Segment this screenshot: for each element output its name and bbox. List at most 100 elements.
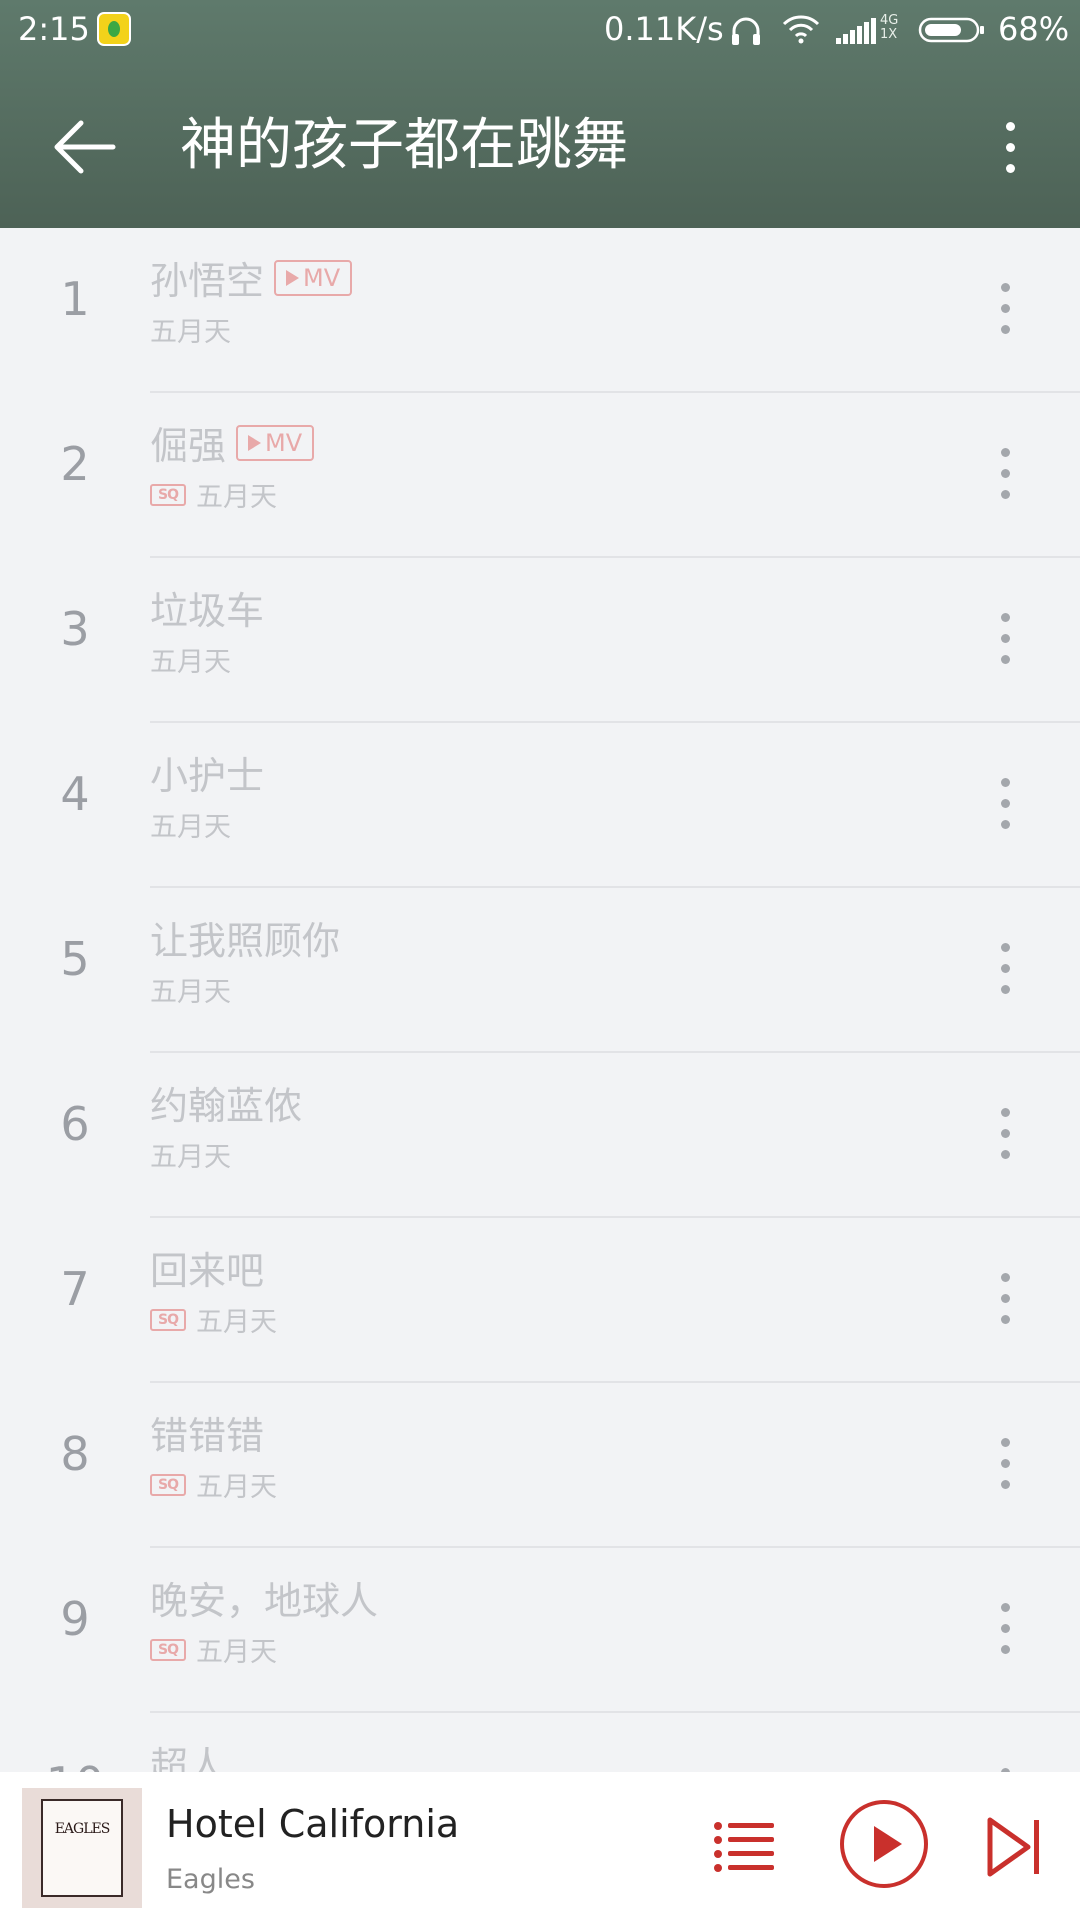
song-title-line: 倔强 MV [150, 415, 315, 470]
song-artist: 五月天 [150, 812, 231, 843]
song-title: 约翰蓝侬 [150, 1084, 303, 1128]
more-vert-icon [1000, 447, 1010, 457]
song-artist: 五月天 [196, 1472, 277, 1503]
network-type: 4G 1X [880, 13, 899, 42]
song-more-button[interactable] [990, 1588, 1020, 1668]
song-title: 回来吧 [150, 1249, 265, 1293]
wifi-icon [782, 15, 820, 44]
more-vert-icon [1005, 121, 1015, 131]
qq-music-notification-icon [97, 12, 131, 46]
song-title-line: 小护士 [150, 745, 264, 800]
song-more-button[interactable] [990, 1258, 1020, 1338]
song-artist: 五月天 [196, 1637, 277, 1668]
song-more-button[interactable] [990, 928, 1020, 1008]
song-more-button[interactable] [990, 433, 1020, 513]
song-title: 让我照顾你 [150, 919, 341, 963]
more-options-button[interactable] [975, 107, 1045, 187]
song-subtitle-line: SQ 五月天 [150, 475, 277, 514]
album-cover-image: EAGLES [41, 1799, 123, 1897]
mv-badge[interactable]: MV [236, 424, 315, 461]
track-number: 1 [60, 272, 90, 326]
song-more-button[interactable] [990, 268, 1020, 348]
page-title: 神的孩子都在跳舞 [180, 113, 628, 178]
now-playing-title[interactable]: Hotel California [166, 1802, 459, 1846]
track-number: 8 [60, 1427, 90, 1481]
song-list[interactable]: 1 孙悟空 MV 五月天 2 倔强 MV SQ 五月天 3 垃圾车 五月天 4 … [0, 228, 1080, 1772]
back-arrow-icon [54, 120, 116, 174]
toolbar: 神的孩子都在跳舞 [0, 62, 1080, 228]
mini-player[interactable]: EAGLES Hotel California Eagles [0, 1772, 1080, 1920]
song-row[interactable]: 2 倔强 MV SQ 五月天 [0, 393, 1080, 558]
more-vert-icon [1000, 282, 1010, 292]
song-title: 晚安，地球人 [150, 1579, 379, 1623]
song-more-button[interactable] [990, 598, 1020, 678]
song-title-line: 晚安，地球人 [150, 1570, 378, 1625]
more-vert-icon [1000, 777, 1010, 787]
song-row[interactable]: 10 超人 [0, 1713, 1080, 1772]
sq-quality-badge: SQ [150, 1308, 186, 1331]
play-small-icon [286, 269, 300, 286]
song-artist: 五月天 [196, 482, 277, 513]
song-title: 倔强 [150, 424, 227, 468]
song-more-button[interactable] [990, 1753, 1020, 1772]
app-header: 2:15 0.11K/s 4G 1X 68% 神的孩子都在跳舞 [0, 0, 1080, 228]
song-title-line: 错错错 [150, 1405, 264, 1460]
track-number: 10 [40, 1757, 110, 1772]
song-subtitle-line: SQ 五月天 [150, 1630, 277, 1669]
song-artist: 五月天 [196, 1307, 277, 1338]
track-number: 3 [60, 602, 90, 656]
song-row[interactable]: 6 约翰蓝侬 五月天 [0, 1053, 1080, 1218]
song-subtitle-line: 五月天 [150, 640, 231, 679]
playlist-icon[interactable] [712, 1814, 778, 1880]
track-number: 4 [60, 767, 90, 821]
song-row[interactable]: 8 错错错 SQ 五月天 [0, 1383, 1080, 1548]
song-row[interactable]: 4 小护士 五月天 [0, 723, 1080, 888]
song-row[interactable]: 7 回来吧 SQ 五月天 [0, 1218, 1080, 1383]
sq-quality-badge: SQ [150, 1473, 186, 1496]
song-title-line: 孙悟空 MV [150, 250, 353, 305]
song-more-button[interactable] [990, 763, 1020, 843]
song-artist: 五月天 [150, 647, 231, 678]
signal-icon [836, 18, 876, 44]
song-artist: 五月天 [150, 317, 231, 348]
song-row[interactable]: 1 孙悟空 MV 五月天 [0, 228, 1080, 393]
song-row[interactable]: 3 垃圾车 五月天 [0, 558, 1080, 723]
battery-percent: 68% [998, 10, 1070, 48]
track-number: 9 [60, 1592, 90, 1646]
album-art[interactable]: EAGLES [22, 1788, 142, 1908]
sq-quality-badge: SQ [150, 1638, 186, 1661]
track-number: 5 [60, 932, 90, 986]
play-button[interactable] [840, 1800, 928, 1888]
sq-quality-badge: SQ [150, 483, 186, 506]
song-more-button[interactable] [990, 1423, 1020, 1503]
song-row[interactable]: 9 晚安，地球人 SQ 五月天 [0, 1548, 1080, 1713]
song-artist: 五月天 [150, 977, 231, 1008]
song-title: 孙悟空 [150, 259, 265, 303]
back-button[interactable] [40, 102, 130, 192]
song-title: 超人 [150, 1744, 227, 1772]
song-title-line: 回来吧 [150, 1240, 264, 1295]
song-title-line: 超人 [150, 1735, 226, 1772]
mv-badge[interactable]: MV [274, 259, 353, 296]
play-small-icon [248, 434, 262, 451]
status-time: 2:15 [18, 10, 90, 48]
now-playing-artist: Eagles [166, 1864, 255, 1895]
song-subtitle-line: 五月天 [150, 970, 231, 1009]
next-track-icon[interactable] [984, 1812, 1044, 1882]
more-vert-icon [1000, 612, 1010, 622]
song-subtitle-line: 五月天 [150, 310, 231, 349]
network-speed: 0.11K/s [604, 10, 724, 48]
track-number: 6 [60, 1097, 90, 1151]
song-title-line: 垃圾车 [150, 580, 264, 635]
song-subtitle-line: SQ 五月天 [150, 1300, 277, 1339]
more-vert-icon [1000, 1602, 1010, 1612]
song-more-button[interactable] [990, 1093, 1020, 1173]
more-vert-icon [1000, 1437, 1010, 1447]
battery-icon [918, 17, 984, 43]
song-title: 垃圾车 [150, 589, 265, 633]
song-title: 小护士 [150, 754, 265, 798]
more-vert-icon [1000, 942, 1010, 952]
song-row[interactable]: 5 让我照顾你 五月天 [0, 888, 1080, 1053]
song-title: 错错错 [150, 1414, 265, 1458]
headset-icon [732, 17, 760, 45]
